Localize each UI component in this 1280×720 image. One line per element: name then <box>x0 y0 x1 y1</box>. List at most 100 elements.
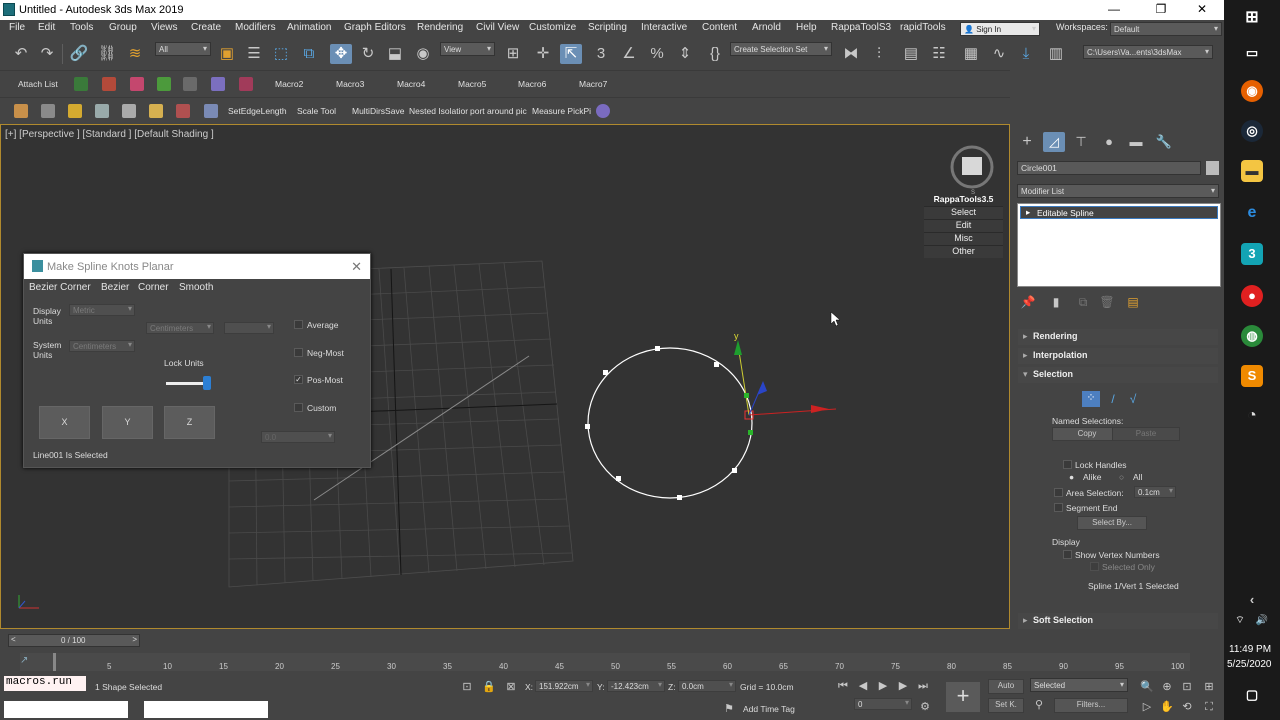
show-vertex-numbers-checkbox[interactable] <box>1063 550 1072 559</box>
rollout-interpolation[interactable]: Interpolation <box>1018 348 1218 364</box>
utilities-tab-icon[interactable]: 🔧 <box>1153 132 1175 152</box>
mirror-icon[interactable]: ⧓ <box>840 44 862 64</box>
maximize-icon[interactable]: ❐ <box>1153 2 1169 18</box>
macro-icon-4[interactable] <box>157 77 171 91</box>
select-and-place-icon[interactable]: ◉ <box>412 44 434 64</box>
area-selection-spinner[interactable]: 0.1cm <box>1134 486 1176 498</box>
selection-filter-dropdown[interactable]: All <box>155 42 211 56</box>
modifier-list-dropdown[interactable]: Modifier List <box>1017 184 1219 198</box>
lock-handles-checkbox[interactable] <box>1063 460 1072 469</box>
object-color-swatch[interactable] <box>1206 161 1219 175</box>
select-and-rotate-icon[interactable]: ↻ <box>357 44 379 64</box>
screen-recorder-icon[interactable]: ● <box>1241 285 1263 307</box>
macro-icon-5[interactable] <box>183 77 197 91</box>
z-coord-field[interactable]: 0.0cm <box>678 680 736 692</box>
custom-value-spinner[interactable]: 0.0 <box>261 431 335 443</box>
expand-icon[interactable]: ▸ <box>1026 207 1030 218</box>
menu-graph-editors[interactable]: Graph Editors <box>344 22 406 33</box>
menu-tools[interactable]: Tools <box>70 22 93 33</box>
keyboard-shortcut-override-icon[interactable]: ⇱ <box>560 44 582 64</box>
go-to-start-icon[interactable]: ⏮ <box>832 676 854 696</box>
vertex[interactable] <box>677 495 682 500</box>
menu-arnold[interactable]: Arnold <box>752 22 781 33</box>
sign-in-dropdown[interactable]: 👤 Sign In <box>960 22 1040 36</box>
time-slider-next-icon[interactable]: > <box>132 635 137 644</box>
menu-animation[interactable]: Animation <box>287 22 331 33</box>
display-units-dropdown[interactable]: Metric <box>69 304 135 316</box>
zoom-icon[interactable]: 🔍 <box>1136 677 1158 697</box>
multi-dirs-save-button[interactable]: MultiDirsSave <box>352 106 404 116</box>
paste-button[interactable]: Paste <box>1112 427 1180 441</box>
macro3-button[interactable]: Macro3 <box>336 79 364 89</box>
menu-create[interactable]: Create <box>191 22 221 33</box>
configure-modifier-sets-icon[interactable]: ▤ <box>1122 292 1144 312</box>
select-manipulate-icon[interactable]: ✛ <box>532 44 554 64</box>
volume-icon[interactable]: 🔊 <box>1254 610 1270 632</box>
attach-list-button[interactable]: Attach List <box>18 79 58 89</box>
macro4-button[interactable]: Macro4 <box>397 79 425 89</box>
key-filter-dropdown[interactable]: Selected <box>1030 678 1128 692</box>
system-units-dropdown[interactable]: Centimeters <box>69 340 135 352</box>
current-frame-field[interactable]: 0 <box>854 698 912 710</box>
snaps-toggle-icon[interactable]: 3 <box>590 44 612 64</box>
display-tab-icon[interactable]: ▬ <box>1125 132 1147 152</box>
zoom-extents-all-icon[interactable]: ⊞ <box>1198 677 1220 697</box>
spinner-snap-icon[interactable]: ⇕ <box>674 44 696 64</box>
task-view-icon[interactable]: ▭ <box>1241 42 1263 64</box>
align-icon[interactable]: ⫶ <box>868 44 890 64</box>
time-tag-icon[interactable]: ⚑ <box>718 699 740 719</box>
tab-bezier-corner[interactable]: Bezier Corner <box>29 282 91 293</box>
z-button[interactable]: Z <box>164 406 215 439</box>
bind-space-warp-icon[interactable]: ≋ <box>124 44 146 64</box>
select-object-icon[interactable]: ▣ <box>216 44 238 64</box>
select-and-scale-icon[interactable]: ⬓ <box>384 44 406 64</box>
auto-key-button[interactable]: Auto <box>988 679 1024 694</box>
menu-content[interactable]: Content <box>702 22 737 33</box>
tab-bezier[interactable]: Bezier <box>101 282 129 293</box>
vertex[interactable] <box>714 362 719 367</box>
nested-isolation-button[interactable]: Nested Isolatior <box>409 106 468 116</box>
custom-checkbox[interactable] <box>294 403 303 412</box>
y-button[interactable]: Y <box>102 406 153 439</box>
key-mode-icon[interactable]: ⚲ <box>1028 695 1050 715</box>
tool-icon-9[interactable] <box>596 104 610 118</box>
isolate-icon[interactable]: ⊡ <box>456 677 478 697</box>
menu-rappatools3[interactable]: RappaToolS3 <box>831 22 891 33</box>
zoom-all-icon[interactable]: ⊕ <box>1156 677 1178 697</box>
menu-file[interactable]: File <box>9 22 25 33</box>
filters-button[interactable]: Filters... <box>1054 698 1128 713</box>
select-by-name-icon[interactable]: ☰ <box>243 44 265 64</box>
menu-edit[interactable]: Edit <box>38 22 55 33</box>
pin-stack-icon[interactable]: 📌 <box>1017 292 1039 312</box>
rollout-selection[interactable]: Selection <box>1018 367 1218 383</box>
menu-civil-view[interactable]: Civil View <box>476 22 519 33</box>
port-around-pick-button[interactable]: port around pic <box>470 106 527 116</box>
macro-icon-1[interactable] <box>74 77 88 91</box>
remove-modifier-icon[interactable]: 🗑 <box>1096 292 1118 312</box>
tab-smooth[interactable]: Smooth <box>179 282 213 293</box>
project-path-dropdown[interactable]: C:\Users\Va...ents\3dsMax <box>1083 45 1213 59</box>
macro-icon-7[interactable] <box>239 77 253 91</box>
close-icon[interactable]: ✕ <box>1194 2 1210 18</box>
measure-pick-button[interactable]: Measure PickPi <box>532 106 591 116</box>
dialog-title-bar[interactable]: Make Spline Knots Planar ✕ <box>24 254 370 279</box>
angle-snap-icon[interactable]: ∠ <box>618 44 640 64</box>
time-slider[interactable]: < 0 / 100 > <box>8 634 140 647</box>
curve-editor-icon[interactable]: ∿ <box>988 44 1010 64</box>
menu-help[interactable]: Help <box>796 22 817 33</box>
ribbon-icon[interactable]: ▦ <box>960 44 982 64</box>
alike-radio[interactable]: ● <box>1069 472 1074 482</box>
scene-explorer-icon[interactable]: ▤ <box>900 44 922 64</box>
link-icon[interactable]: 🔗 <box>68 44 90 64</box>
action-center-icon[interactable]: ▢ <box>1241 684 1263 706</box>
track-bar[interactable]: ↗ 5 10 15 20 25 30 35 40 45 50 55 60 65 70 75 80 85 90 95 1… <box>20 653 1190 671</box>
add-time-tag[interactable]: Add Time Tag <box>743 704 795 714</box>
menu-customize[interactable]: Customize <box>529 22 576 33</box>
network-icon[interactable]: ⌔ <box>1232 610 1248 632</box>
app-icon-green[interactable]: ◍ <box>1241 325 1263 347</box>
set-key-big-icon[interactable]: + <box>946 682 980 712</box>
absolute-mode-icon[interactable]: ⊠ <box>500 677 522 697</box>
vertex[interactable] <box>616 476 621 481</box>
maxscript-listener[interactable]: macros.run <box>4 676 86 691</box>
x-coord-field[interactable]: 151.922cm <box>535 680 593 692</box>
